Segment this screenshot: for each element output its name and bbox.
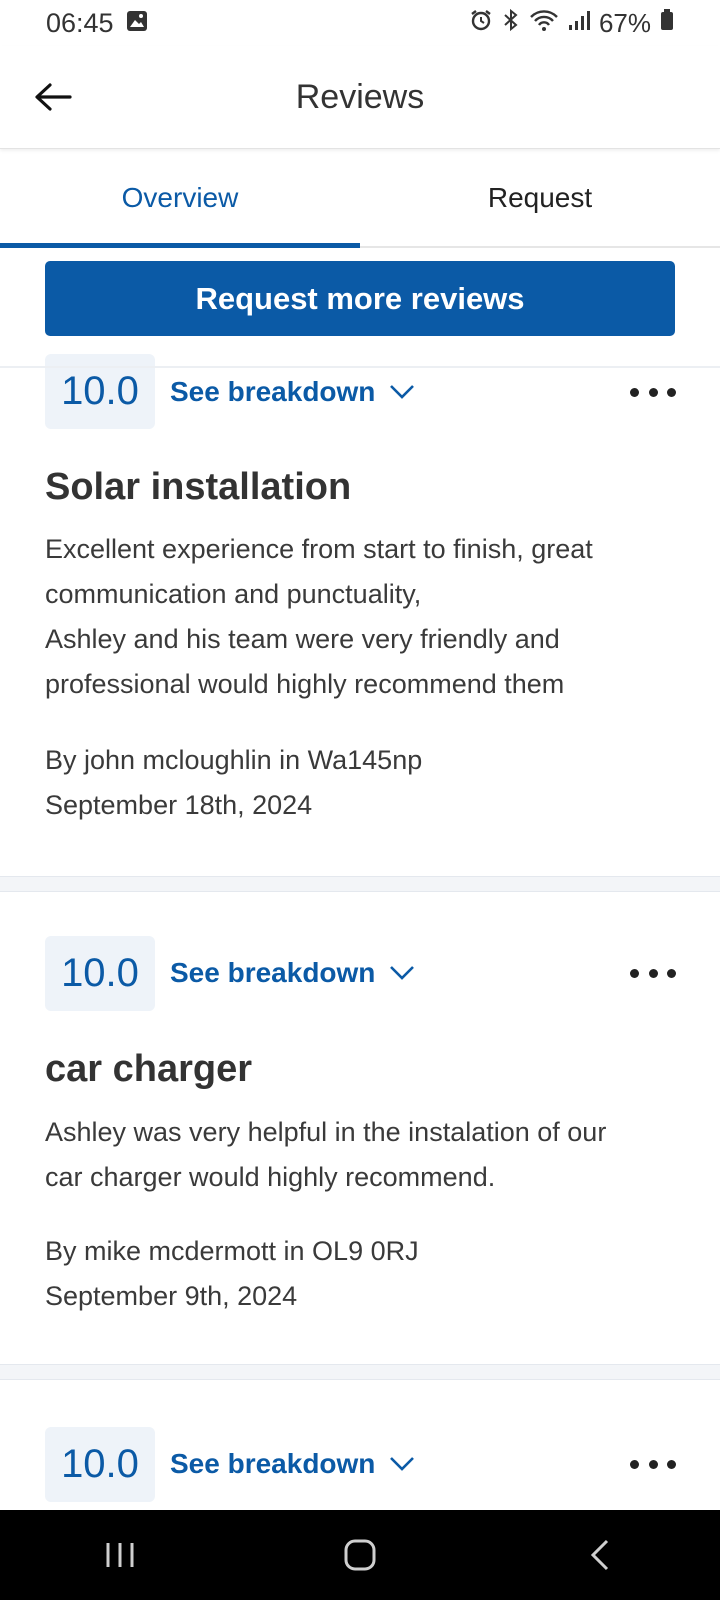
request-more-reviews-button[interactable]: Request more reviews: [45, 261, 675, 336]
see-breakdown-button[interactable]: See breakdown: [170, 1448, 415, 1480]
review-body-line: communication and punctuality,: [45, 579, 422, 609]
review-author: By john mcloughlin in Wa145np: [45, 745, 423, 775]
chevron-down-icon: [390, 966, 415, 980]
system-nav-bar: [0, 1510, 720, 1600]
score-badge: 10.0: [45, 1427, 155, 1502]
review-body-line: Excellent experience from start to finis…: [45, 534, 593, 564]
review-separator: [0, 876, 720, 892]
review-body-line: Ashley was very helpful in the instalati…: [45, 1117, 607, 1147]
app-bar: Reviews: [0, 46, 720, 149]
more-options-button[interactable]: [630, 958, 676, 988]
review-title: Solar installation: [45, 466, 352, 508]
review-meta: By john mcloughlin in Wa145np September …: [45, 738, 422, 828]
review-date: September 18th, 2024: [45, 790, 313, 820]
review-body-line: Ashley and his team were very friendly a…: [45, 624, 560, 654]
battery-level: 67%: [598, 7, 651, 38]
more-dot: [648, 1459, 658, 1469]
recent-apps-icon: [106, 1543, 134, 1567]
home-button[interactable]: [320, 1525, 400, 1585]
more-dot: [648, 968, 658, 978]
back-button[interactable]: [28, 72, 78, 122]
review-date: September 9th, 2024: [45, 1281, 298, 1311]
gallery-icon: [126, 8, 148, 39]
chevron-down-icon: [390, 385, 415, 399]
review-body-line: car charger would highly recommend.: [45, 1162, 496, 1192]
tab-bar: Overview Request: [0, 150, 720, 248]
review-body: Excellent experience from start to finis…: [45, 527, 685, 707]
review-author: By mike mcdermott in OL9 0RJ: [45, 1236, 419, 1266]
system-back-button[interactable]: [560, 1525, 640, 1585]
bluetooth-icon: [502, 8, 520, 39]
tab-request[interactable]: Request: [360, 150, 720, 246]
see-breakdown-label: See breakdown: [170, 957, 376, 988]
see-breakdown-label: See breakdown: [170, 376, 376, 407]
divider: [0, 366, 720, 368]
more-dot: [630, 387, 639, 397]
review-title: car charger: [45, 1048, 253, 1090]
score-badge: 10.0: [45, 936, 155, 1011]
wifi-icon: [529, 8, 559, 39]
recent-apps-button[interactable]: [80, 1525, 160, 1585]
back-arrow-icon: [35, 83, 72, 111]
page-title: Reviews: [295, 77, 425, 116]
review-body: Ashley was very helpful in the instalati…: [45, 1110, 685, 1200]
more-dot: [667, 387, 676, 397]
status-bar: 06:45 67%: [0, 0, 720, 46]
more-dot: [648, 387, 658, 397]
signal-icon: [568, 8, 590, 39]
review-meta: By mike mcdermott in OL9 0RJ September 9…: [45, 1229, 419, 1319]
alarm-icon: [469, 8, 493, 39]
battery-icon: [660, 8, 674, 39]
more-dot: [667, 1459, 676, 1469]
see-breakdown-button[interactable]: See breakdown: [170, 376, 415, 408]
system-back-icon: [590, 1539, 609, 1571]
more-dot: [630, 1459, 639, 1469]
more-dot: [667, 968, 676, 978]
see-breakdown-button[interactable]: See breakdown: [170, 957, 415, 989]
status-time: 06:45: [46, 7, 114, 38]
more-options-button[interactable]: [630, 1449, 676, 1479]
review-body-line: professional would highly recommend them: [45, 669, 565, 699]
home-icon: [344, 1539, 376, 1571]
chevron-down-icon: [390, 1457, 415, 1471]
see-breakdown-label: See breakdown: [170, 1448, 376, 1479]
more-dot: [630, 968, 639, 978]
more-options-button[interactable]: [630, 377, 676, 407]
review-separator: [0, 1364, 720, 1380]
tab-overview[interactable]: Overview: [0, 150, 360, 248]
